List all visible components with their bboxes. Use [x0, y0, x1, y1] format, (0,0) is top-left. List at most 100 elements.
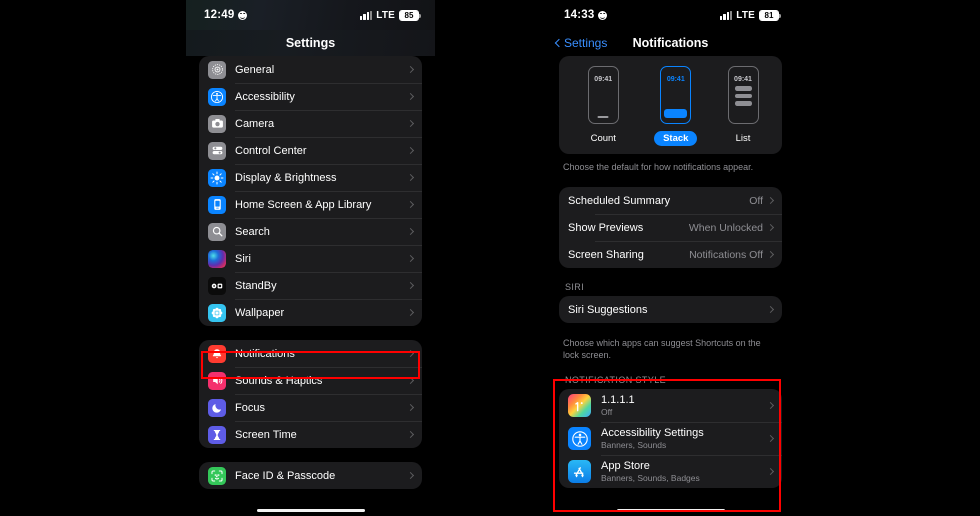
sidebar-item-standby[interactable]: StandBy: [199, 272, 422, 299]
row-show-previews[interactable]: Show Previews When Unlocked: [559, 214, 782, 241]
battery-icon: 81: [759, 9, 782, 21]
chevron-right-icon: [406, 227, 415, 236]
row-label: StandBy: [235, 279, 277, 292]
network-type-label: LTE: [736, 9, 755, 21]
chevron-right-icon: [406, 173, 415, 182]
app-name: 1.1.1.1: [601, 394, 635, 407]
app-text: Accessibility Settings Banners, Sounds: [601, 427, 768, 450]
nav-bar: Settings: [186, 30, 435, 56]
search-icon: [208, 222, 226, 241]
chevron-right-icon: [406, 349, 415, 358]
row-label: Accessibility: [235, 90, 295, 103]
page-title: Notifications: [632, 36, 709, 50]
sidebar-item-siri[interactable]: Siri: [199, 245, 422, 272]
app-name: App Store: [601, 460, 650, 473]
moon-icon: [208, 398, 226, 417]
list-bar: [734, 86, 752, 91]
display-style-list[interactable]: 09:41 List: [727, 66, 760, 146]
sidebar-item-accessibility[interactable]: Accessibility: [199, 83, 422, 110]
chevron-right-icon: [406, 281, 415, 290]
list-bar: [734, 101, 752, 106]
row-siri-suggestions[interactable]: Siri Suggestions: [559, 296, 782, 323]
row-scheduled-summary[interactable]: Scheduled Summary Off: [559, 187, 782, 214]
display-style-stack[interactable]: 09:41 Stack: [654, 66, 698, 146]
notification-settings-group: Scheduled Summary Off Show Previews When…: [559, 187, 782, 269]
row-label: Control Center: [235, 144, 307, 157]
settings-group-security: Face ID & Passcode: [199, 462, 422, 489]
chevron-right-icon: [766, 251, 775, 259]
status-left: 14:33: [564, 9, 608, 21]
app-row-accessibility-settings[interactable]: Accessibility Settings Banners, Sounds: [559, 422, 782, 455]
display-style-count[interactable]: 09:41 Count: [582, 66, 625, 146]
status-bar: 12:49 LTE 85: [186, 0, 435, 30]
chevron-right-icon: [406, 119, 415, 128]
mock-time: 09:41: [734, 76, 752, 83]
status-left: 12:49: [204, 9, 248, 21]
row-screen-sharing[interactable]: Screen Sharing Notifications Off: [559, 241, 782, 268]
screenshot-stage: 12:49 LTE 85 Settings General Accessibil…: [0, 0, 980, 516]
chevron-right-icon: [406, 430, 415, 439]
chevron-right-icon: [406, 92, 415, 101]
chevron-right-icon: [406, 308, 415, 317]
back-button-label: Settings: [564, 36, 608, 50]
notifications-settings: 09:41 Count 09:41 Stack 09:41 List Choos…: [546, 56, 795, 489]
siri-section-header: SIRI: [565, 282, 585, 293]
row-label: Notifications: [235, 347, 295, 360]
sidebar-item-wallpaper[interactable]: Wallpaper: [199, 299, 422, 326]
list-bar: [734, 93, 752, 98]
left-phone-screen: 12:49 LTE 85 Settings General Accessibil…: [186, 0, 435, 516]
display-style-options: 09:41 Count 09:41 Stack 09:41 List: [567, 66, 774, 146]
stack-bar: [664, 109, 688, 118]
brightness-icon: [208, 168, 226, 187]
row-label: Camera: [235, 117, 275, 130]
row-label: Screen Time: [235, 428, 297, 441]
sidebar-item-search[interactable]: Search: [199, 218, 422, 245]
app-name: Accessibility Settings: [601, 427, 704, 440]
sidebar-item-focus[interactable]: Focus: [199, 394, 422, 421]
sidebar-item-sounds-haptics[interactable]: Sounds & Haptics: [199, 367, 422, 394]
sidebar-item-camera[interactable]: Camera: [199, 110, 422, 137]
mock-time: 09:41: [666, 76, 685, 83]
gear-icon: [208, 60, 226, 79]
chevron-right-icon: [766, 435, 775, 443]
sidebar-item-control-center[interactable]: Control Center: [199, 137, 422, 164]
row-label: General: [235, 63, 275, 76]
app-store-icon: [568, 460, 591, 484]
smiley-face-icon: [598, 10, 608, 20]
settings-group-notifications: Notifications Sounds & Haptics Focus Scr…: [199, 340, 422, 448]
face-id-icon: [208, 466, 226, 485]
chevron-right-icon: [406, 200, 415, 209]
right-phone-screen: 14:33 LTE 81 Settings Notifications 09:4…: [546, 0, 795, 516]
row-label: Screen Sharing: [568, 248, 644, 261]
display-style-label: Stack: [654, 131, 698, 146]
chevron-right-icon: [766, 306, 775, 314]
chevron-right-icon: [766, 468, 775, 476]
chevron-right-icon: [406, 471, 415, 480]
sidebar-item-notifications[interactable]: Notifications: [199, 340, 422, 367]
smiley-face-icon: [238, 10, 248, 20]
cloudflare-warp-icon: [568, 394, 591, 418]
count-preview-icon: 09:41: [587, 66, 619, 124]
back-button[interactable]: Settings: [554, 36, 608, 50]
app-row-app-store[interactable]: App Store Banners, Sounds, Badges: [559, 455, 782, 488]
app-row-1111[interactable]: 1.1.1.1 Off: [559, 389, 782, 422]
sidebar-item-display-brightness[interactable]: Display & Brightness: [199, 164, 422, 191]
sidebar-item-home-screen[interactable]: Home Screen & App Library: [199, 191, 422, 218]
cellular-bars-icon: [359, 10, 373, 20]
app-subtitle: Banners, Sounds: [601, 440, 667, 451]
status-time: 12:49: [204, 9, 235, 21]
row-label: Home Screen & App Library: [235, 198, 372, 211]
row-value: When Unlocked: [688, 221, 763, 234]
sidebar-item-face-id-passcode[interactable]: Face ID & Passcode: [199, 462, 422, 489]
sidebar-item-general[interactable]: General: [199, 56, 422, 83]
chevron-right-icon: [766, 402, 775, 410]
stack-preview-icon: 09:41: [660, 66, 692, 124]
count-pill: [597, 116, 609, 118]
bell-icon: [208, 344, 226, 363]
row-label: Display & Brightness: [235, 171, 337, 184]
sidebar-item-screen-time[interactable]: Screen Time: [199, 421, 422, 448]
chevron-right-icon: [406, 376, 415, 385]
chevron-left-icon: [554, 38, 564, 48]
status-right: LTE 85: [359, 9, 422, 21]
app-subtitle: Banners, Sounds, Badges: [601, 473, 700, 484]
